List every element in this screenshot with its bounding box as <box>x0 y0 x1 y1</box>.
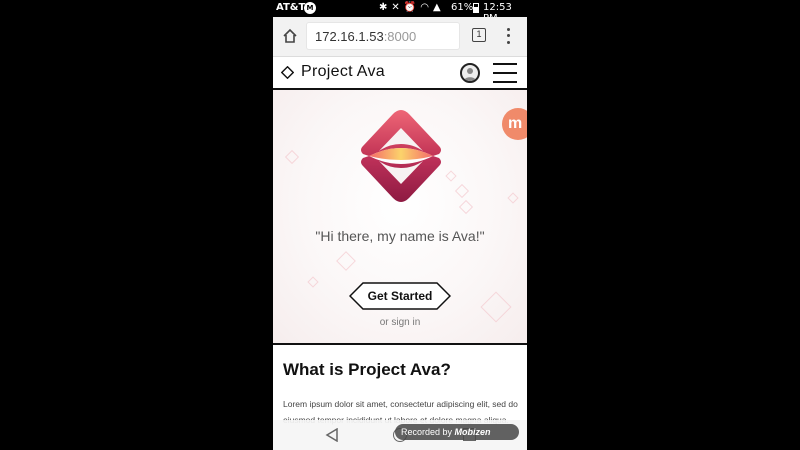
phone-screen: AT&T M ✱ ✕ ⏰ ◠ ▲ 61% 12:53 PM 172.16.1.5… <box>273 0 527 450</box>
alarm-icon: ⏰ <box>403 2 417 13</box>
hero-section: m "Hi there, my name is Ava!" Get Starte… <box>273 90 527 344</box>
notification-icon: M <box>304 2 316 14</box>
decor-square <box>336 251 356 271</box>
watermark-brand: Mobizen <box>454 427 491 437</box>
tab-switcher-button[interactable]: 1 <box>472 28 486 42</box>
diamond-logo-icon[interactable] <box>281 66 294 79</box>
user-icon <box>464 68 476 81</box>
decor-square <box>507 192 519 204</box>
back-icon[interactable] <box>325 428 339 442</box>
ava-logo-icon <box>361 110 441 202</box>
bluetooth-icon: ✱ <box>379 2 388 13</box>
url-port: :8000 <box>383 29 417 44</box>
signal-icon: ▲ <box>432 2 441 13</box>
section-divider <box>273 343 527 345</box>
url-host: 172.16.1.53 <box>315 29 384 44</box>
sign-in-link[interactable]: or sign in <box>273 317 527 328</box>
mobizen-badge[interactable]: m <box>502 108 527 140</box>
decor-square <box>458 199 474 215</box>
status-icons: ✱ ✕ ⏰ ◠ ▲ <box>379 1 441 15</box>
hamburger-menu-icon[interactable] <box>493 63 517 83</box>
get-started-button[interactable]: Get Started <box>348 282 452 310</box>
get-started-label: Get Started <box>367 289 433 303</box>
section-heading: What is Project Ava? <box>283 360 451 379</box>
avatar[interactable] <box>460 63 480 83</box>
decor-square <box>445 170 457 182</box>
greeting-text: "Hi there, my name is Ava!" <box>315 228 485 244</box>
url-text: 172.16.1.53:8000 <box>315 29 416 44</box>
status-bar: AT&T M ✱ ✕ ⏰ ◠ ▲ 61% 12:53 PM <box>273 0 527 24</box>
wifi-icon: ◠ <box>420 2 429 13</box>
watermark-prefix: Recorded by <box>401 427 453 437</box>
recording-watermark: Recorded by Mobizen <box>395 424 519 440</box>
battery-percent: 61% <box>451 2 474 13</box>
carrier-label: AT&T <box>276 2 306 13</box>
decor-square <box>284 149 300 165</box>
browser-toolbar: 172.16.1.53:8000 1 <box>273 17 527 57</box>
site-title[interactable]: Project Ava <box>301 63 385 81</box>
decor-square <box>454 183 470 199</box>
battery-icon <box>473 3 479 13</box>
home-icon[interactable] <box>281 27 299 45</box>
mute-icon: ✕ <box>391 2 400 13</box>
decor-square <box>307 276 319 288</box>
overflow-menu-icon[interactable] <box>505 26 511 46</box>
site-header: Project Ava <box>273 57 527 90</box>
address-bar[interactable]: 172.16.1.53:8000 <box>307 23 459 49</box>
